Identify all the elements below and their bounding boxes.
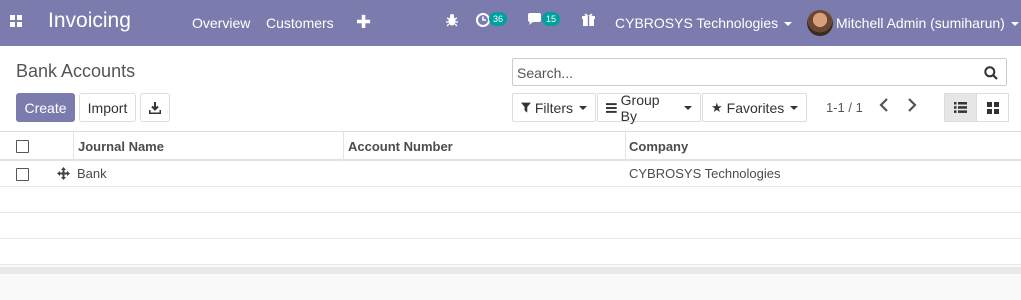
bug-icon[interactable] [446,13,458,30]
list-view-icon [954,102,967,113]
list-lines-icon [606,102,617,113]
activity-clock-icon[interactable] [476,13,490,30]
table-row[interactable]: Bank CYBROSYS Technologies [0,161,1021,187]
column-divider [343,132,344,161]
list-view-button[interactable] [944,93,977,122]
activity-count-badge: 36 [489,12,508,26]
empty-row [0,213,1021,239]
caret-down-icon [784,22,793,27]
breadcrumb: Bank Accounts [16,61,136,81]
pager-value[interactable]: 1-1 / 1 [826,100,863,115]
company-name: CYBROSYS Technologies [615,15,779,31]
cell-journal-name: Bank [77,166,107,181]
user-menu[interactable]: Mitchell Admin (sumiharun) [836,15,1019,31]
column-divider [73,132,74,161]
create-button[interactable]: Create [16,93,75,122]
column-divider [625,132,626,161]
cell-company: CYBROSYS Technologies [629,166,781,181]
plus-icon[interactable]: ✚ [356,12,371,33]
download-icon [149,101,161,114]
control-panel: Bank Accounts Create Import Filters Grou… [0,46,1021,132]
app-title[interactable]: Invoicing [48,9,131,33]
star-icon: ★ [711,99,723,115]
empty-row [0,187,1021,213]
caret-down-icon [790,105,799,110]
column-company[interactable]: Company [629,132,688,161]
filters-button[interactable]: Filters [512,93,596,122]
row-checkbox[interactable] [16,168,29,181]
message-count-badge: 15 [542,12,561,26]
download-button[interactable] [140,93,170,122]
column-account-number[interactable]: Account Number [348,132,453,161]
menu-overview[interactable]: Overview [192,15,250,31]
table-footer [0,267,1021,274]
kanban-view-button[interactable] [976,93,1009,122]
filter-icon [521,102,531,113]
search-icon[interactable] [984,66,998,80]
column-journal-name[interactable]: Journal Name [78,132,164,161]
select-all-checkbox[interactable] [16,140,29,153]
company-switcher[interactable]: CYBROSYS Technologies [615,15,793,31]
favorites-button[interactable]: ★ Favorites [702,93,807,122]
top-navbar: Invoicing Overview Customers ✚ 36 15 CYB… [0,0,1021,46]
filters-label: Filters [534,99,573,116]
caret-down-icon [684,105,692,110]
menu-customers[interactable]: Customers [266,15,334,31]
list-table: Journal Name Account Number Company Bank… [0,132,1021,265]
import-button[interactable]: Import [79,93,136,122]
user-avatar[interactable] [807,10,833,36]
groupby-label: Group By [620,91,660,124]
empty-row [0,239,1021,265]
search-box [512,58,1007,86]
kanban-view-icon [986,101,999,114]
favorites-label: Favorites [726,99,785,116]
caret-down-icon [1010,22,1019,27]
search-input[interactable] [517,63,977,83]
table-header: Journal Name Account Number Company [0,132,1021,161]
chevron-right-icon[interactable] [907,98,917,117]
gift-icon[interactable] [582,13,595,30]
chevron-left-icon[interactable] [879,98,889,117]
user-name: Mitchell Admin (sumiharun) [836,15,1005,31]
messages-icon[interactable] [527,13,543,30]
caret-down-icon [579,105,587,110]
groupby-button[interactable]: Group By [597,91,701,124]
apps-menu-icon[interactable] [10,15,23,28]
drag-handle-icon[interactable] [57,167,70,180]
